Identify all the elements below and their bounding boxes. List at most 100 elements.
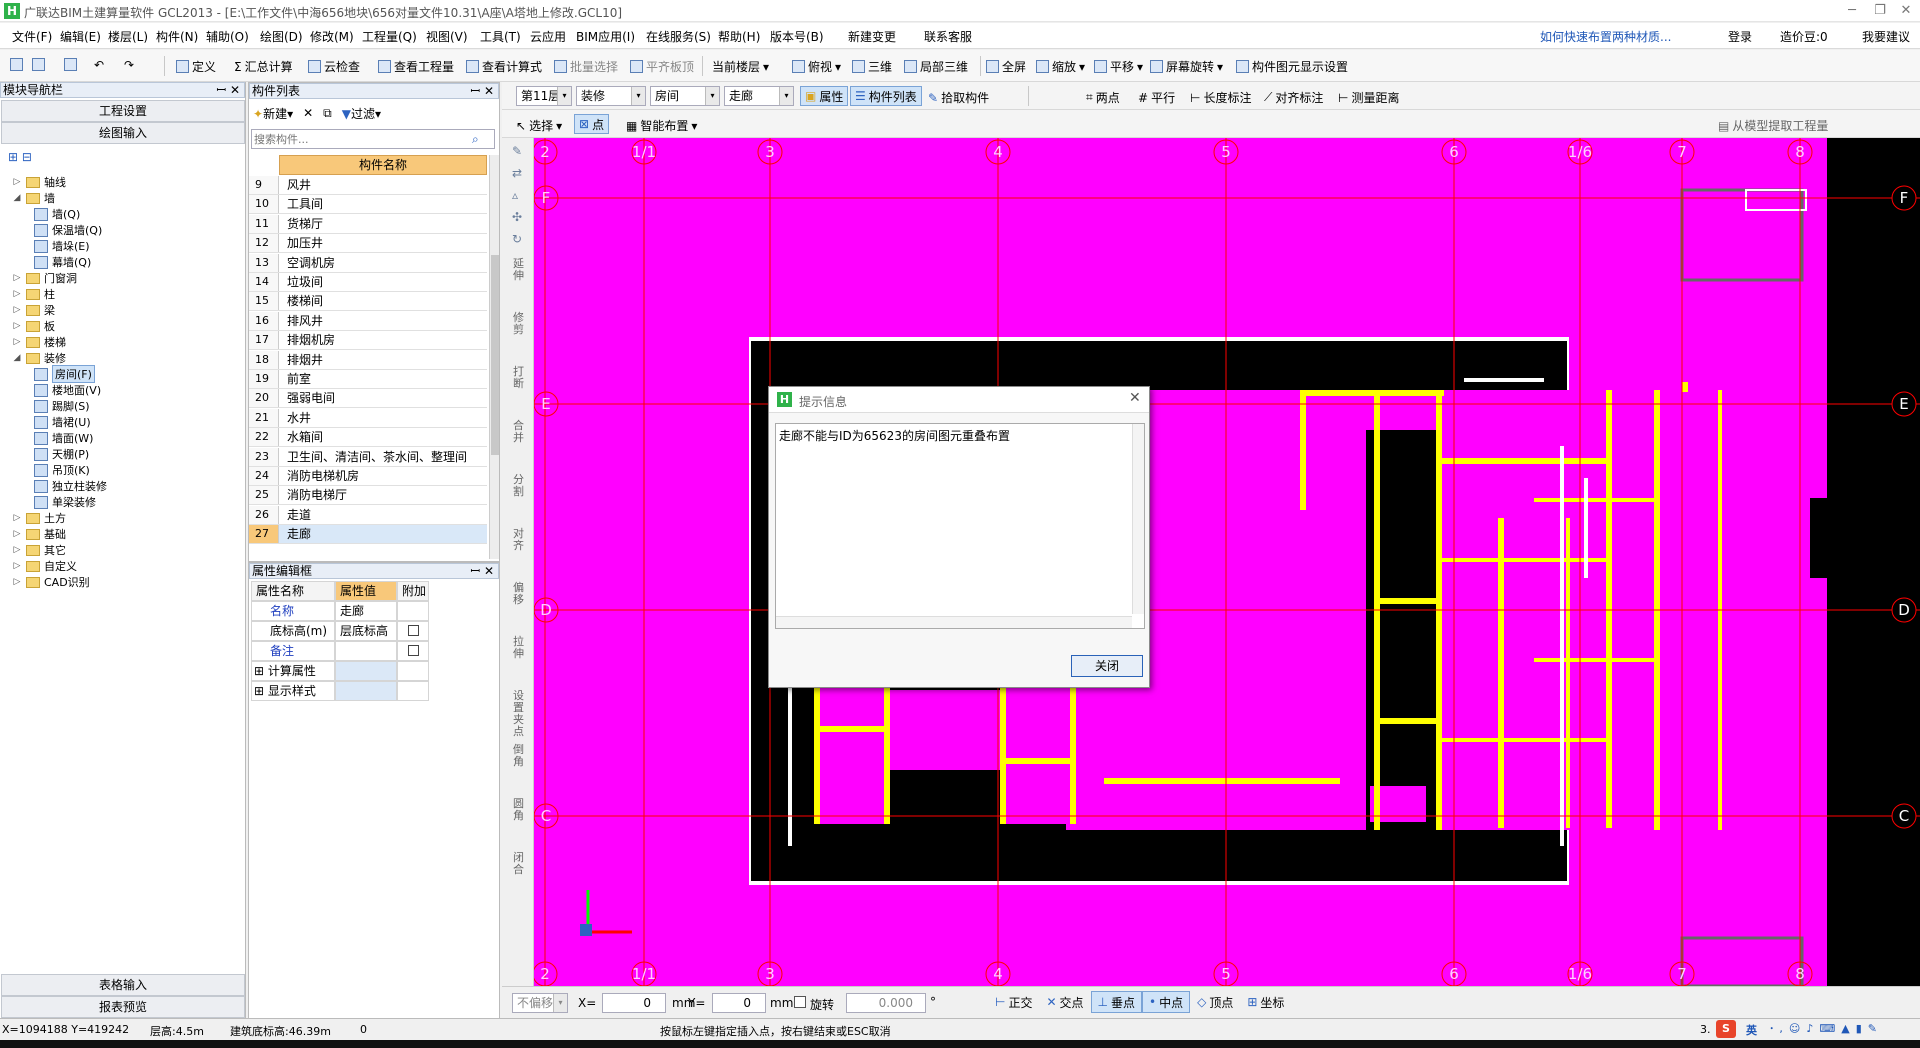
component-row[interactable]: 18 排烟井: [249, 350, 487, 370]
dialog-close-icon[interactable]: ✕: [1129, 390, 1141, 406]
snap-corner-button[interactable]: ⊢ 正交: [988, 991, 1039, 1013]
tree-item[interactable]: 踢脚(S): [34, 398, 90, 414]
expand-group-icon[interactable]: ⊞: [254, 664, 268, 678]
tree-item[interactable]: ▷ 基础: [12, 526, 66, 542]
component-row[interactable]: 16 排风井: [249, 311, 487, 331]
rotate-screen-button[interactable]: 屏幕旋转 ▾: [1150, 58, 1223, 75]
item-select[interactable]: 走廊 ▾: [724, 86, 794, 106]
property-row[interactable]: 备注: [251, 641, 429, 661]
edit-tool-icon[interactable]: ▵: [512, 188, 518, 202]
tree-item[interactable]: 独立柱装修: [34, 478, 107, 494]
property-value[interactable]: [335, 661, 397, 681]
summary-calc-button[interactable]: Σ 汇总计算: [234, 58, 293, 75]
3d-button[interactable]: 三维: [852, 58, 892, 75]
align-dim-button[interactable]: ⟋ 对齐标注: [1264, 89, 1323, 106]
edit-tool-button[interactable]: 拉伸: [513, 636, 525, 660]
define-button[interactable]: 定义: [176, 58, 216, 75]
table-input-button[interactable]: 表格输入: [1, 974, 245, 996]
expand-toggle-icon[interactable]: ▷: [12, 561, 22, 571]
snap-midpoint-button[interactable]: • 中点: [1142, 991, 1191, 1013]
menu-component[interactable]: 构件(N): [156, 28, 198, 45]
component-row[interactable]: 21 水井: [249, 408, 487, 428]
expand-toggle-icon[interactable]: ▷: [12, 177, 22, 187]
new-file-icon[interactable]: [10, 58, 23, 71]
col-header-name[interactable]: 构件名称: [279, 155, 487, 175]
dialog-hscroll[interactable]: [776, 616, 1132, 628]
component-row[interactable]: 9 风井: [249, 176, 487, 195]
new-component-button[interactable]: ✦新建▾: [253, 105, 293, 122]
fullscreen-button[interactable]: 全屏: [986, 58, 1026, 75]
component-list-toggle[interactable]: ☰ 构件列表: [850, 86, 922, 106]
restore-button[interactable]: ❐: [1868, 2, 1892, 20]
undo-icon[interactable]: ↶: [94, 58, 104, 72]
measure-distance-button[interactable]: ⊢ 测量距离: [1338, 89, 1399, 106]
dialog-vscroll[interactable]: [1132, 424, 1144, 614]
component-row[interactable]: 13 空调机房: [249, 253, 487, 273]
component-row[interactable]: 27 走廊: [249, 525, 487, 545]
edit-tool-button[interactable]: 分割: [513, 474, 525, 498]
ime-tools-icon[interactable]: ꞏ,☺♪⌨▲▮✎: [1770, 1021, 1883, 1036]
expand-group-icon[interactable]: ⊞: [254, 684, 268, 698]
component-row[interactable]: 26 走道: [249, 505, 487, 525]
length-dim-button[interactable]: ⊢ 长度标注: [1190, 89, 1251, 106]
tree-item[interactable]: 吊顶(K): [34, 462, 90, 478]
property-value[interactable]: 走廊: [335, 601, 397, 621]
redo-icon[interactable]: ↷: [124, 58, 134, 72]
copy-icon[interactable]: ⧉: [323, 106, 332, 121]
menu-online[interactable]: 在线服务(S): [646, 28, 711, 45]
tree-item[interactable]: 保温墙(Q): [34, 222, 102, 238]
menu-tools[interactable]: 工具(T): [480, 28, 521, 45]
expand-toggle-icon[interactable]: ◢: [12, 193, 22, 203]
local-3d-button[interactable]: 局部三维: [904, 58, 968, 75]
expand-toggle-icon[interactable]: ▷: [12, 289, 22, 299]
tree-item[interactable]: ▷ 其它: [12, 542, 66, 558]
component-search-input[interactable]: [252, 131, 472, 147]
minimize-button[interactable]: ─: [1840, 2, 1864, 20]
tree-item[interactable]: 墙(Q): [34, 206, 80, 222]
expand-toggle-icon[interactable]: ◢: [12, 353, 22, 363]
edit-tool-button[interactable]: 打断: [513, 366, 525, 390]
component-row[interactable]: 22 水箱间: [249, 428, 487, 448]
edit-tool-button[interactable]: 延伸: [513, 258, 525, 282]
menu-assist[interactable]: 辅助(O): [206, 28, 249, 45]
expand-toggle-icon[interactable]: ▷: [12, 337, 22, 347]
property-value[interactable]: [335, 641, 397, 661]
component-row[interactable]: 17 排烟机房: [249, 331, 487, 351]
component-row[interactable]: 15 楼梯间: [249, 292, 487, 312]
offset-select[interactable]: 不偏移 ▾: [512, 993, 568, 1013]
snap-vertex-button[interactable]: ◇ 顶点: [1190, 991, 1240, 1013]
edit-tool-icon[interactable]: ✎: [512, 144, 522, 158]
tree-item[interactable]: 墙垛(E): [34, 238, 90, 254]
delete-icon[interactable]: ✕: [303, 106, 313, 120]
dialog-close-button[interactable]: 关闭: [1071, 655, 1143, 677]
menu-edit[interactable]: 编辑(E): [60, 28, 101, 45]
x-input[interactable]: 0: [602, 993, 666, 1013]
expand-toggle-icon[interactable]: ▷: [12, 305, 22, 315]
menu-cloud[interactable]: 云应用: [530, 28, 566, 45]
menu-version[interactable]: 版本号(B): [770, 28, 824, 45]
snap-cross-button[interactable]: ✕ 交点: [1039, 991, 1090, 1013]
rotate-input[interactable]: 0.000: [846, 993, 926, 1013]
attach-checkbox[interactable]: [408, 645, 419, 656]
type-select[interactable]: 装修 ▾: [576, 86, 646, 106]
cloud-check-button[interactable]: 云检查: [308, 58, 360, 75]
tree-item[interactable]: ▷ 梁: [12, 302, 55, 318]
component-row[interactable]: 12 加压井: [249, 234, 487, 254]
menu-contact[interactable]: 联系客服: [924, 28, 972, 45]
edit-tool-button[interactable]: 闭合: [513, 852, 525, 876]
expand-toggle-icon[interactable]: ▷: [12, 545, 22, 555]
edit-tool-button[interactable]: 对齐: [513, 528, 525, 552]
tree-item[interactable]: ▷ 自定义: [12, 558, 77, 574]
component-row[interactable]: 25 消防电梯厅: [249, 486, 487, 506]
edit-tool-button[interactable]: 倒角: [513, 744, 525, 768]
component-row[interactable]: 11 货梯厅: [249, 214, 487, 234]
topview-button[interactable]: 俯视 ▾: [792, 58, 841, 75]
tree-item[interactable]: ▷ 土方: [12, 510, 66, 526]
expand-toggle-icon[interactable]: ▷: [12, 529, 22, 539]
edit-tool-button[interactable]: 设置夹点: [513, 690, 525, 738]
edit-tool-button[interactable]: 修剪: [513, 312, 525, 336]
tree-item[interactable]: ◢ 装修: [12, 350, 66, 366]
menu-file[interactable]: 文件(F): [12, 28, 52, 45]
tree-item[interactable]: ▷ 柱: [12, 286, 55, 302]
menu-new-change[interactable]: 新建变更: [848, 28, 896, 45]
